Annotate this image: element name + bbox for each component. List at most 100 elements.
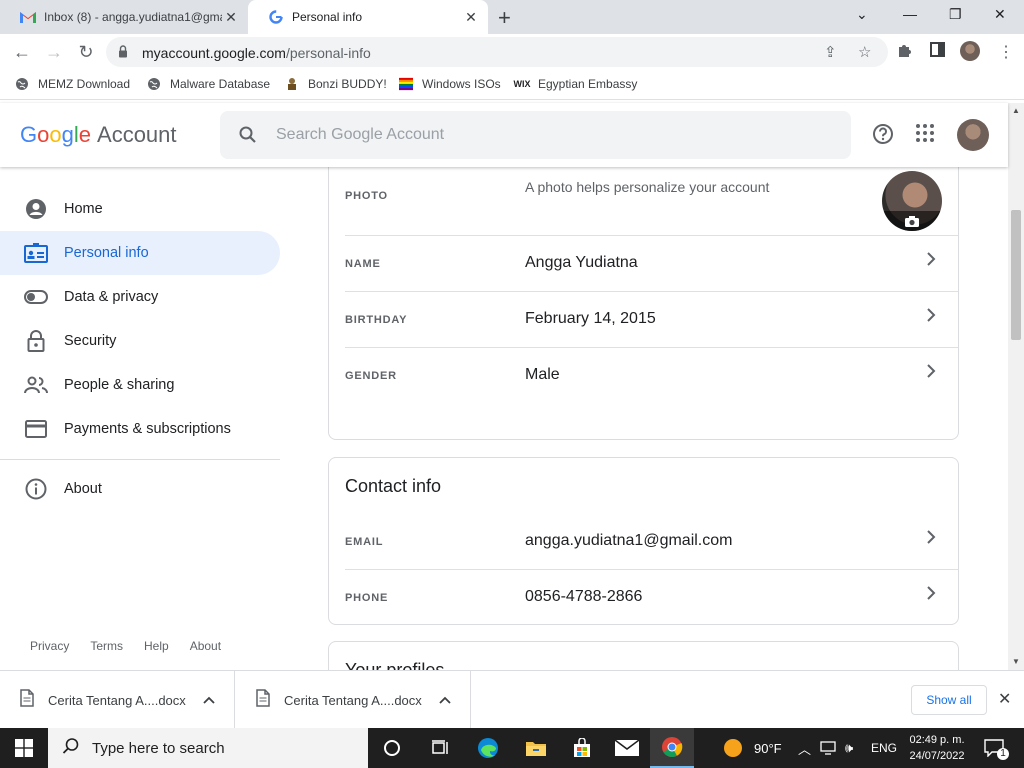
close-tab-icon[interactable]: ✕: [462, 9, 480, 26]
sidebar-item-payments[interactable]: Payments & subscriptions: [0, 407, 280, 451]
footer-links: Privacy Terms Help About: [30, 639, 221, 653]
sidebar-item-security[interactable]: Security: [0, 319, 280, 363]
notifications-icon[interactable]: 1: [984, 728, 1009, 768]
cortana-icon[interactable]: [370, 728, 414, 768]
globe-icon: [15, 77, 29, 91]
photo-hint: A photo helps personalize your account: [525, 179, 770, 195]
extensions-puzzle-icon[interactable]: [897, 42, 913, 63]
window-close-icon[interactable]: ✕: [994, 6, 1006, 23]
help-icon[interactable]: [872, 123, 894, 150]
forward-icon[interactable]: →: [44, 42, 64, 63]
notification-count: 1: [997, 748, 1009, 760]
gender-row[interactable]: GENDER Male: [345, 348, 958, 404]
phone-value: 0856-4788-2866: [525, 588, 643, 605]
phone-row[interactable]: PHONE 0856-4788-2866: [345, 570, 958, 626]
show-all-downloads-button[interactable]: Show all: [911, 685, 987, 715]
account-search-box[interactable]: [220, 111, 851, 159]
network-icon[interactable]: [820, 728, 838, 768]
sidebar-item-personal-info[interactable]: Personal info: [0, 231, 280, 275]
tab-personal-info[interactable]: Personal info ✕: [248, 0, 488, 34]
photo-row[interactable]: PHOTO A photo helps personalize your acc…: [345, 167, 958, 236]
email-row[interactable]: EMAIL angga.yudiatna1@gmail.com: [345, 514, 958, 570]
camera-icon: [882, 211, 942, 231]
contact-info-card: Contact info EMAIL angga.yudiatna1@gmail…: [328, 457, 959, 625]
taskbar-search-box[interactable]: Type here to search: [48, 728, 368, 768]
row-label: BIRTHDAY: [345, 314, 408, 326]
sidebar-item-about[interactable]: About: [0, 467, 280, 511]
bookmark-label: Malware Database: [170, 77, 271, 91]
sidebar-item-data-privacy[interactable]: Data & privacy: [0, 275, 280, 319]
new-tab-icon[interactable]: +: [498, 5, 511, 31]
wix-icon: WIX: [513, 79, 531, 89]
footer-link-terms[interactable]: Terms: [90, 639, 123, 653]
birthday-row[interactable]: BIRTHDAY February 14, 2015: [345, 292, 958, 348]
profile-avatar[interactable]: [960, 41, 980, 61]
footer-link-about[interactable]: About: [190, 639, 221, 653]
tab-gmail-inbox[interactable]: Inbox (8) - angga.yudiatna1@gmail.com ✕: [0, 0, 248, 34]
sidebar-item-label: Home: [64, 201, 103, 217]
account-avatar[interactable]: [957, 119, 989, 151]
sidebar-item-home[interactable]: Home: [0, 187, 280, 231]
tray-overflow-chevron-icon[interactable]: ︿: [798, 728, 811, 768]
close-tab-icon[interactable]: ✕: [222, 9, 240, 26]
footer-link-help[interactable]: Help: [144, 639, 169, 653]
account-wordmark: Account: [97, 122, 177, 147]
google-apps-icon[interactable]: [915, 123, 935, 148]
edge-browser-icon[interactable]: [466, 728, 510, 768]
chevron-up-icon[interactable]: [194, 693, 224, 707]
download-item[interactable]: Cerita Tentang A....docx: [236, 671, 471, 729]
taskbar-search-placeholder: Type here to search: [92, 739, 225, 757]
taskbar-clock[interactable]: 02:49 p. m. 24/07/2022: [902, 732, 972, 764]
page-scrollbar[interactable]: ▲ ▼: [1008, 103, 1024, 670]
reload-icon[interactable]: ↻: [76, 42, 96, 63]
share-icon[interactable]: ⇪: [824, 43, 837, 61]
volume-icon[interactable]: 🕪: [845, 728, 853, 768]
profile-photo[interactable]: [882, 171, 942, 231]
bookmark-star-icon[interactable]: ☆: [858, 43, 871, 61]
chevron-right-icon: [926, 364, 936, 383]
sidebar-item-people-sharing[interactable]: People & sharing: [0, 363, 280, 407]
bookmark-windows-isos[interactable]: Windows ISOs: [399, 77, 501, 91]
lock-icon[interactable]: [118, 45, 128, 63]
microsoft-store-icon[interactable]: [560, 728, 604, 768]
side-panel-icon[interactable]: [930, 42, 945, 62]
windows-start-icon[interactable]: [2, 728, 46, 768]
scroll-down-arrow-icon[interactable]: ▼: [1012, 657, 1020, 666]
download-filename: Cerita Tentang A....docx: [284, 692, 422, 708]
back-icon[interactable]: ←: [12, 42, 32, 63]
weather-widget[interactable]: 90°F: [724, 728, 782, 768]
chrome-taskbar-icon[interactable]: [650, 728, 694, 768]
name-row[interactable]: NAME Angga Yudiatna: [345, 236, 958, 292]
row-label: PHOTO: [345, 190, 388, 202]
search-input[interactable]: [276, 123, 816, 147]
row-label: GENDER: [345, 370, 397, 382]
download-item[interactable]: Cerita Tentang A....docx: [0, 671, 235, 729]
clock-date: 24/07/2022: [909, 750, 965, 762]
close-download-shelf-icon[interactable]: ✕: [998, 689, 1011, 709]
chevron-right-icon: [926, 530, 936, 549]
file-explorer-icon[interactable]: [514, 728, 558, 768]
account-header: Google Account: [0, 103, 1008, 167]
name-value: Angga Yudiatna: [525, 254, 638, 271]
chevron-right-icon: [926, 586, 936, 605]
gmail-icon: [20, 9, 36, 25]
tab-search-chevron-icon[interactable]: ⌄: [856, 6, 868, 23]
scrollbar-thumb[interactable]: [1011, 210, 1021, 340]
bookmark-bonzi-buddy[interactable]: Bonzi BUDDY!: [285, 77, 387, 91]
task-view-icon[interactable]: [418, 728, 462, 768]
restore-icon[interactable]: ❐: [949, 6, 962, 23]
chrome-menu-icon[interactable]: ⋮: [998, 42, 1014, 62]
bookmark-malware-database[interactable]: Malware Database: [147, 77, 270, 91]
address-bar[interactable]: myaccount.google.com/personal-info ⇪ ☆: [106, 37, 888, 67]
footer-link-privacy[interactable]: Privacy: [30, 639, 69, 653]
scroll-up-arrow-icon[interactable]: ▲: [1012, 106, 1020, 115]
bookmark-egyptian-embassy[interactable]: WIX Egyptian Embassy: [513, 77, 638, 91]
google-account-logo[interactable]: Google Account: [20, 122, 177, 148]
sidebar-item-label: Security: [64, 333, 117, 349]
bookmark-memz[interactable]: MEMZ Download: [15, 77, 130, 91]
input-language[interactable]: ENG: [871, 728, 897, 768]
chevron-up-icon[interactable]: [430, 693, 460, 707]
search-icon[interactable]: [238, 125, 258, 150]
minimize-icon[interactable]: —: [903, 6, 917, 22]
mail-icon[interactable]: [605, 728, 649, 768]
